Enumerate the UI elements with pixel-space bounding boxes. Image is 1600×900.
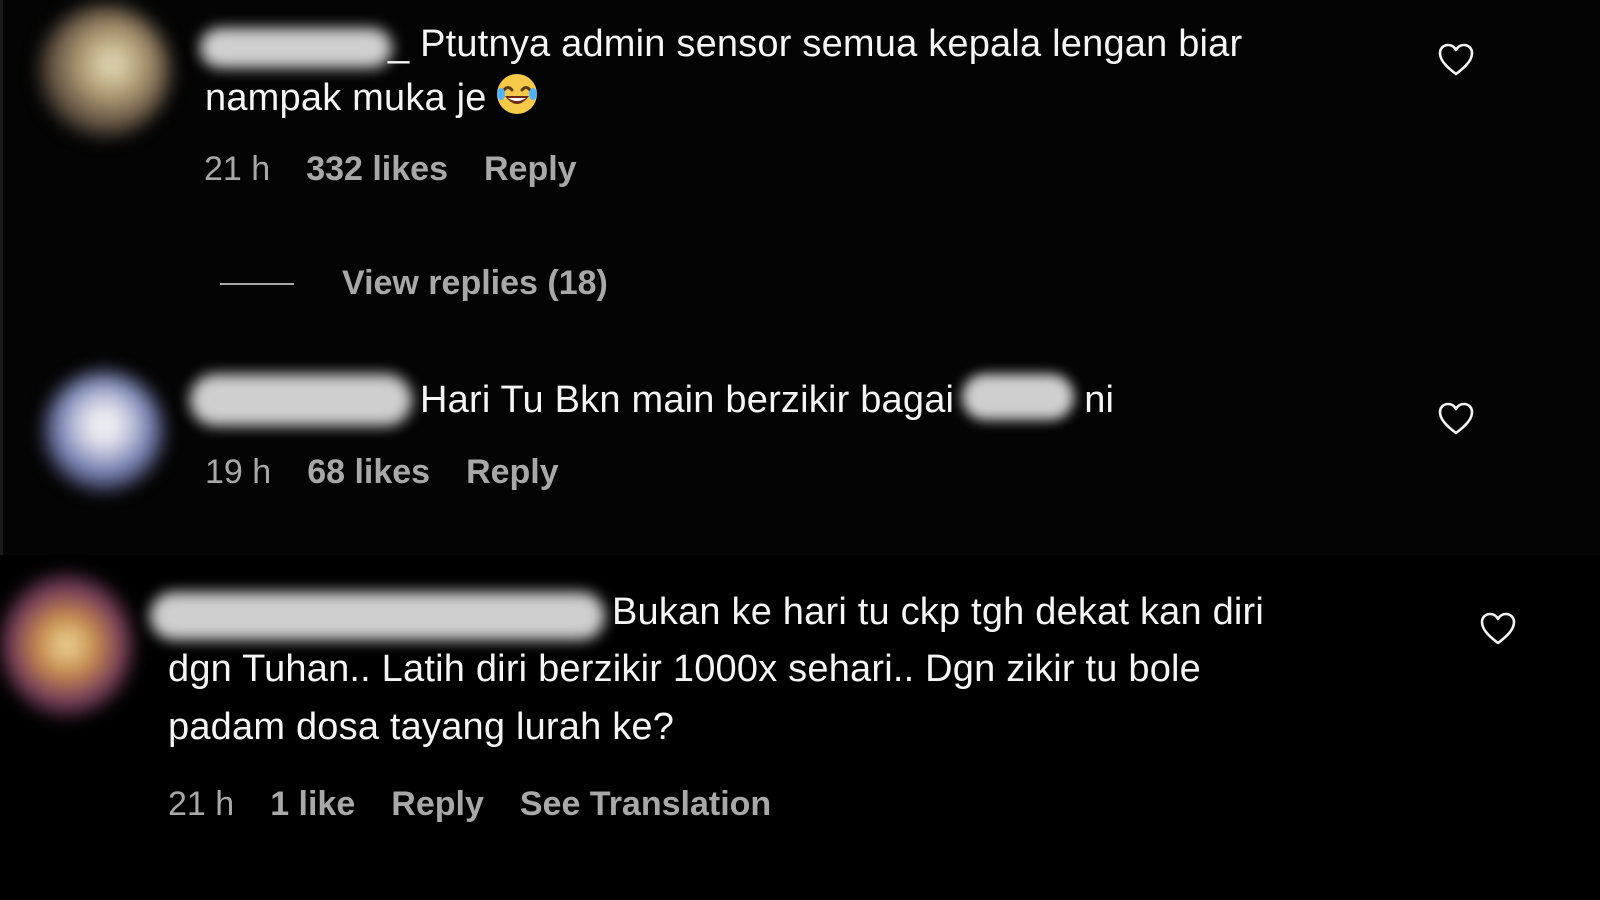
- reply-button[interactable]: Reply: [466, 453, 559, 492]
- heart-icon[interactable]: [1480, 612, 1516, 646]
- comment-meta: 21 h 1 like Reply See Translation: [168, 785, 771, 824]
- view-replies-label: View replies (18): [342, 264, 608, 302]
- heart-icon[interactable]: [1438, 43, 1474, 77]
- comment-time: 21 h: [204, 150, 271, 188]
- username-redacted[interactable]: [190, 374, 412, 426]
- avatar[interactable]: [45, 372, 163, 490]
- comment-text-line: nampak muka je: [205, 71, 539, 125]
- username-redacted[interactable]: [200, 28, 392, 68]
- heart-icon[interactable]: [1438, 402, 1474, 436]
- comment-text-line: padam dosa tayang lurah ke?: [168, 706, 675, 748]
- likes-count[interactable]: 68 likes: [307, 453, 430, 492]
- comment-text-line: Bukan ke hari tu ckp tgh dekat kan diri: [612, 591, 1265, 633]
- reply-button[interactable]: Reply: [484, 150, 577, 189]
- view-replies-button[interactable]: View replies (18): [220, 264, 608, 303]
- comment-meta: 19 h 68 likes Reply: [205, 453, 559, 492]
- comment-time: 19 h: [205, 453, 272, 491]
- likes-count[interactable]: 1 like: [270, 785, 355, 824]
- comment-time: 21 h: [168, 785, 235, 823]
- laughing-tears-emoji-icon: [496, 74, 537, 114]
- likes-count[interactable]: 332 likes: [306, 150, 448, 189]
- divider-line: [220, 282, 294, 285]
- comment-text-line: dgn Tuhan.. Latih diri berzikir 1000x se…: [168, 648, 1202, 690]
- avatar[interactable]: [40, 6, 170, 136]
- comment-meta: 21 h 332 likes Reply: [204, 150, 577, 189]
- avatar[interactable]: [2, 575, 132, 715]
- comment-text-line: _ Ptutnya admin sensor semua kepala leng…: [388, 23, 1243, 65]
- see-translation-button[interactable]: See Translation: [520, 785, 771, 824]
- username-redacted[interactable]: [150, 592, 605, 640]
- reply-button[interactable]: Reply: [391, 785, 484, 824]
- redacted-word: [962, 374, 1075, 420]
- comment-text-line: Hari Tu Bkn main berzikir bagai ni: [420, 373, 1114, 427]
